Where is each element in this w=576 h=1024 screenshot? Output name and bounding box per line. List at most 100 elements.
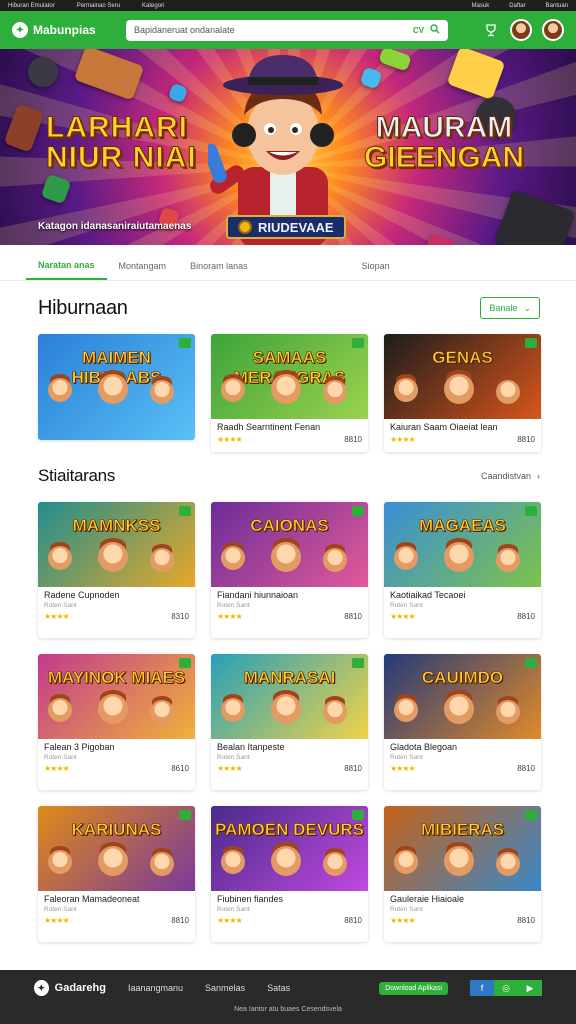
- top-link[interactable]: Daftar: [509, 3, 525, 9]
- game-thumbnail[interactable]: MAIMEN HIBUDABS: [38, 334, 195, 440]
- badge-icon: [525, 810, 537, 820]
- character-face: [394, 378, 418, 402]
- character-face: [394, 698, 418, 722]
- game-art-title: MAMNKSS: [72, 516, 161, 536]
- game-card[interactable]: MANRASAI Bealan Itanpeste Roten Sant ★★★★ 88…: [211, 654, 368, 790]
- game-price: 8810: [517, 916, 535, 925]
- footer-link[interactable]: Iaanangmanu: [128, 983, 183, 993]
- top-link[interactable]: Hiburan Emulator: [8, 3, 55, 9]
- game-subtitle: Roten Sant: [390, 906, 423, 913]
- character-face: [271, 846, 301, 876]
- game-subtitle: Roten Sant: [390, 602, 423, 609]
- top-link[interactable]: Kategori: [142, 3, 164, 9]
- game-title[interactable]: Radene Cupnoden: [44, 590, 189, 600]
- game-art-title: PAMOEN DEVURS: [215, 820, 365, 840]
- game-card[interactable]: MAGAEAS Kaotiaikad Tecaoei Roten Sant ★★★★ 8…: [384, 502, 541, 638]
- character-face: [221, 378, 245, 402]
- brand-logo[interactable]: ✦ Mabunpias: [12, 22, 116, 38]
- game-thumbnail[interactable]: GENAS: [384, 334, 541, 419]
- top-link[interactable]: Bantuan: [546, 3, 568, 9]
- game-title[interactable]: Gladota Blegoan: [390, 742, 535, 752]
- game-title[interactable]: Kaiuran Saam Oiaeiat lean: [390, 422, 535, 432]
- game-thumbnail[interactable]: MANRASAI: [211, 654, 368, 739]
- character-face: [150, 852, 174, 876]
- game-subtitle: Roten Sant: [44, 754, 77, 761]
- search-tag: CV: [412, 25, 424, 35]
- copyright: Nea Iantor atu buaes Cesendsvela: [234, 1006, 342, 1013]
- game-art-title: KARIUNAS: [71, 820, 162, 840]
- character-face: [48, 378, 72, 402]
- youtube-icon[interactable]: ▶: [518, 980, 542, 996]
- game-thumbnail[interactable]: SAMAAS MERANGRAS: [211, 334, 368, 419]
- search-bar[interactable]: Bapidaneruat ondanalate CV: [126, 19, 448, 41]
- footer-brand[interactable]: ✦ Gadarehg: [34, 980, 106, 996]
- facebook-icon[interactable]: f: [470, 980, 494, 996]
- game-subtitle: Roten Sant: [217, 906, 250, 913]
- hero-banner[interactable]: LARHARI NIUR NIAI MAURAM GIEENGAN Katago…: [0, 49, 576, 245]
- game-thumbnail[interactable]: MIBIERAS: [384, 806, 541, 891]
- search-icon[interactable]: [430, 24, 440, 36]
- star-rating: ★★★★: [390, 612, 416, 621]
- star-rating: ★★★★: [217, 612, 243, 621]
- game-title[interactable]: Fiandani hiunnaioan: [217, 590, 362, 600]
- hero-cta-button[interactable]: RIUDEVAAE: [226, 215, 346, 239]
- game-card[interactable]: MIBIERAS Gauleraie Hiaioale Roten Sant ★★★★…: [384, 806, 541, 942]
- game-card[interactable]: CAUIMDO Gladota Blegoan Roten Sant ★★★★ 8810: [384, 654, 541, 790]
- game-card[interactable]: CAIONAS Fiandani hiunnaioan Roten Sant ★★★★…: [211, 502, 368, 638]
- game-card[interactable]: GENAS Kaiuran Saam Oiaeiat lean ★★★★ 8810: [384, 334, 541, 452]
- character-face: [221, 698, 245, 722]
- filter-dropdown[interactable]: Banale ⌄: [480, 297, 540, 319]
- game-title[interactable]: Raadh Searntinent Fenan: [217, 422, 362, 432]
- game-title[interactable]: Fiubinen fiandes: [217, 894, 362, 904]
- badge-icon: [179, 810, 191, 820]
- game-thumbnail[interactable]: MAMNKSS: [38, 502, 195, 587]
- game-price: 8810: [517, 612, 535, 621]
- top-link[interactable]: Masuk: [472, 3, 490, 9]
- game-card[interactable]: MAIMEN HIBUDABS: [38, 334, 195, 440]
- top-strip: Hiburan Emulator Permainan Seru Kategori…: [0, 0, 576, 11]
- tab-new[interactable]: Binoram lanas: [190, 261, 248, 280]
- game-title[interactable]: Faleoran Mamadeoneat: [44, 894, 189, 904]
- app-header: ✦ Mabunpias Bapidaneruat ondanalate CV: [0, 11, 576, 49]
- game-price: 8810: [171, 916, 189, 925]
- footer-link[interactable]: Sanmelas: [205, 983, 245, 993]
- game-title[interactable]: Kaotiaikad Tecaoei: [390, 590, 535, 600]
- rating-row: ★★★★ 8810: [217, 612, 362, 621]
- badge-icon: [352, 810, 364, 820]
- footer-link[interactable]: Satas: [267, 983, 290, 993]
- character-face: [48, 546, 72, 570]
- badge-icon: [525, 506, 537, 516]
- game-subtitle: Roten Sant: [217, 754, 250, 761]
- game-thumbnail[interactable]: CAIONAS: [211, 502, 368, 587]
- game-art-title: MANRASAI: [243, 668, 336, 688]
- tab-popular[interactable]: Montangam: [119, 261, 167, 280]
- game-card[interactable]: PAMOEN DEVURS Fiubinen fiandes Roten Sant ★…: [211, 806, 368, 942]
- card-body: Faleoran Mamadeoneat Roten Sant ★★★★ 8810: [38, 891, 195, 928]
- game-thumbnail[interactable]: PAMOEN DEVURS: [211, 806, 368, 891]
- game-grid: MAMNKSS Radene Cupnoden Roten Sant ★★★★ 8310…: [0, 502, 576, 638]
- game-thumbnail[interactable]: MAGAEAS: [384, 502, 541, 587]
- game-card[interactable]: MAMNKSS Radene Cupnoden Roten Sant ★★★★ 8310: [38, 502, 195, 638]
- rating-row: ★★★★ 8810: [217, 435, 362, 444]
- game-card[interactable]: KARIUNAS Faleoran Mamadeoneat Roten Sant ★★…: [38, 806, 195, 942]
- game-title[interactable]: Bealan Itanpeste: [217, 742, 362, 752]
- avatar[interactable]: [510, 19, 532, 41]
- avatar[interactable]: [542, 19, 564, 41]
- game-thumbnail[interactable]: CAUIMDO: [384, 654, 541, 739]
- game-title[interactable]: Gauleraie Hiaioale: [390, 894, 535, 904]
- game-thumbnail[interactable]: MAYINOK MIAES: [38, 654, 195, 739]
- game-thumbnail[interactable]: KARIUNAS: [38, 806, 195, 891]
- view-all-link[interactable]: Caandistvan ›: [481, 471, 540, 481]
- search-input[interactable]: Bapidaneruat ondanalate: [134, 25, 407, 35]
- game-title[interactable]: Falean 3 Pigoban: [44, 742, 189, 752]
- game-card[interactable]: SAMAAS MERANGRAS Raadh Searntinent Fenan ★…: [211, 334, 368, 452]
- game-art-title: MAGAEAS: [419, 516, 507, 536]
- trophy-icon[interactable]: [482, 21, 500, 39]
- top-link[interactable]: Permainan Seru: [77, 3, 120, 9]
- tab-featured[interactable]: Naratan anas: [26, 260, 107, 280]
- tab-shop[interactable]: Siopan: [362, 261, 390, 280]
- instagram-icon[interactable]: ◎: [494, 980, 518, 996]
- game-card[interactable]: MAYINOK MIAES Falean 3 Pigoban Roten Sant ★…: [38, 654, 195, 790]
- section-title: Stiaitarans: [38, 466, 116, 485]
- download-button[interactable]: Download Aplikasi: [379, 981, 448, 995]
